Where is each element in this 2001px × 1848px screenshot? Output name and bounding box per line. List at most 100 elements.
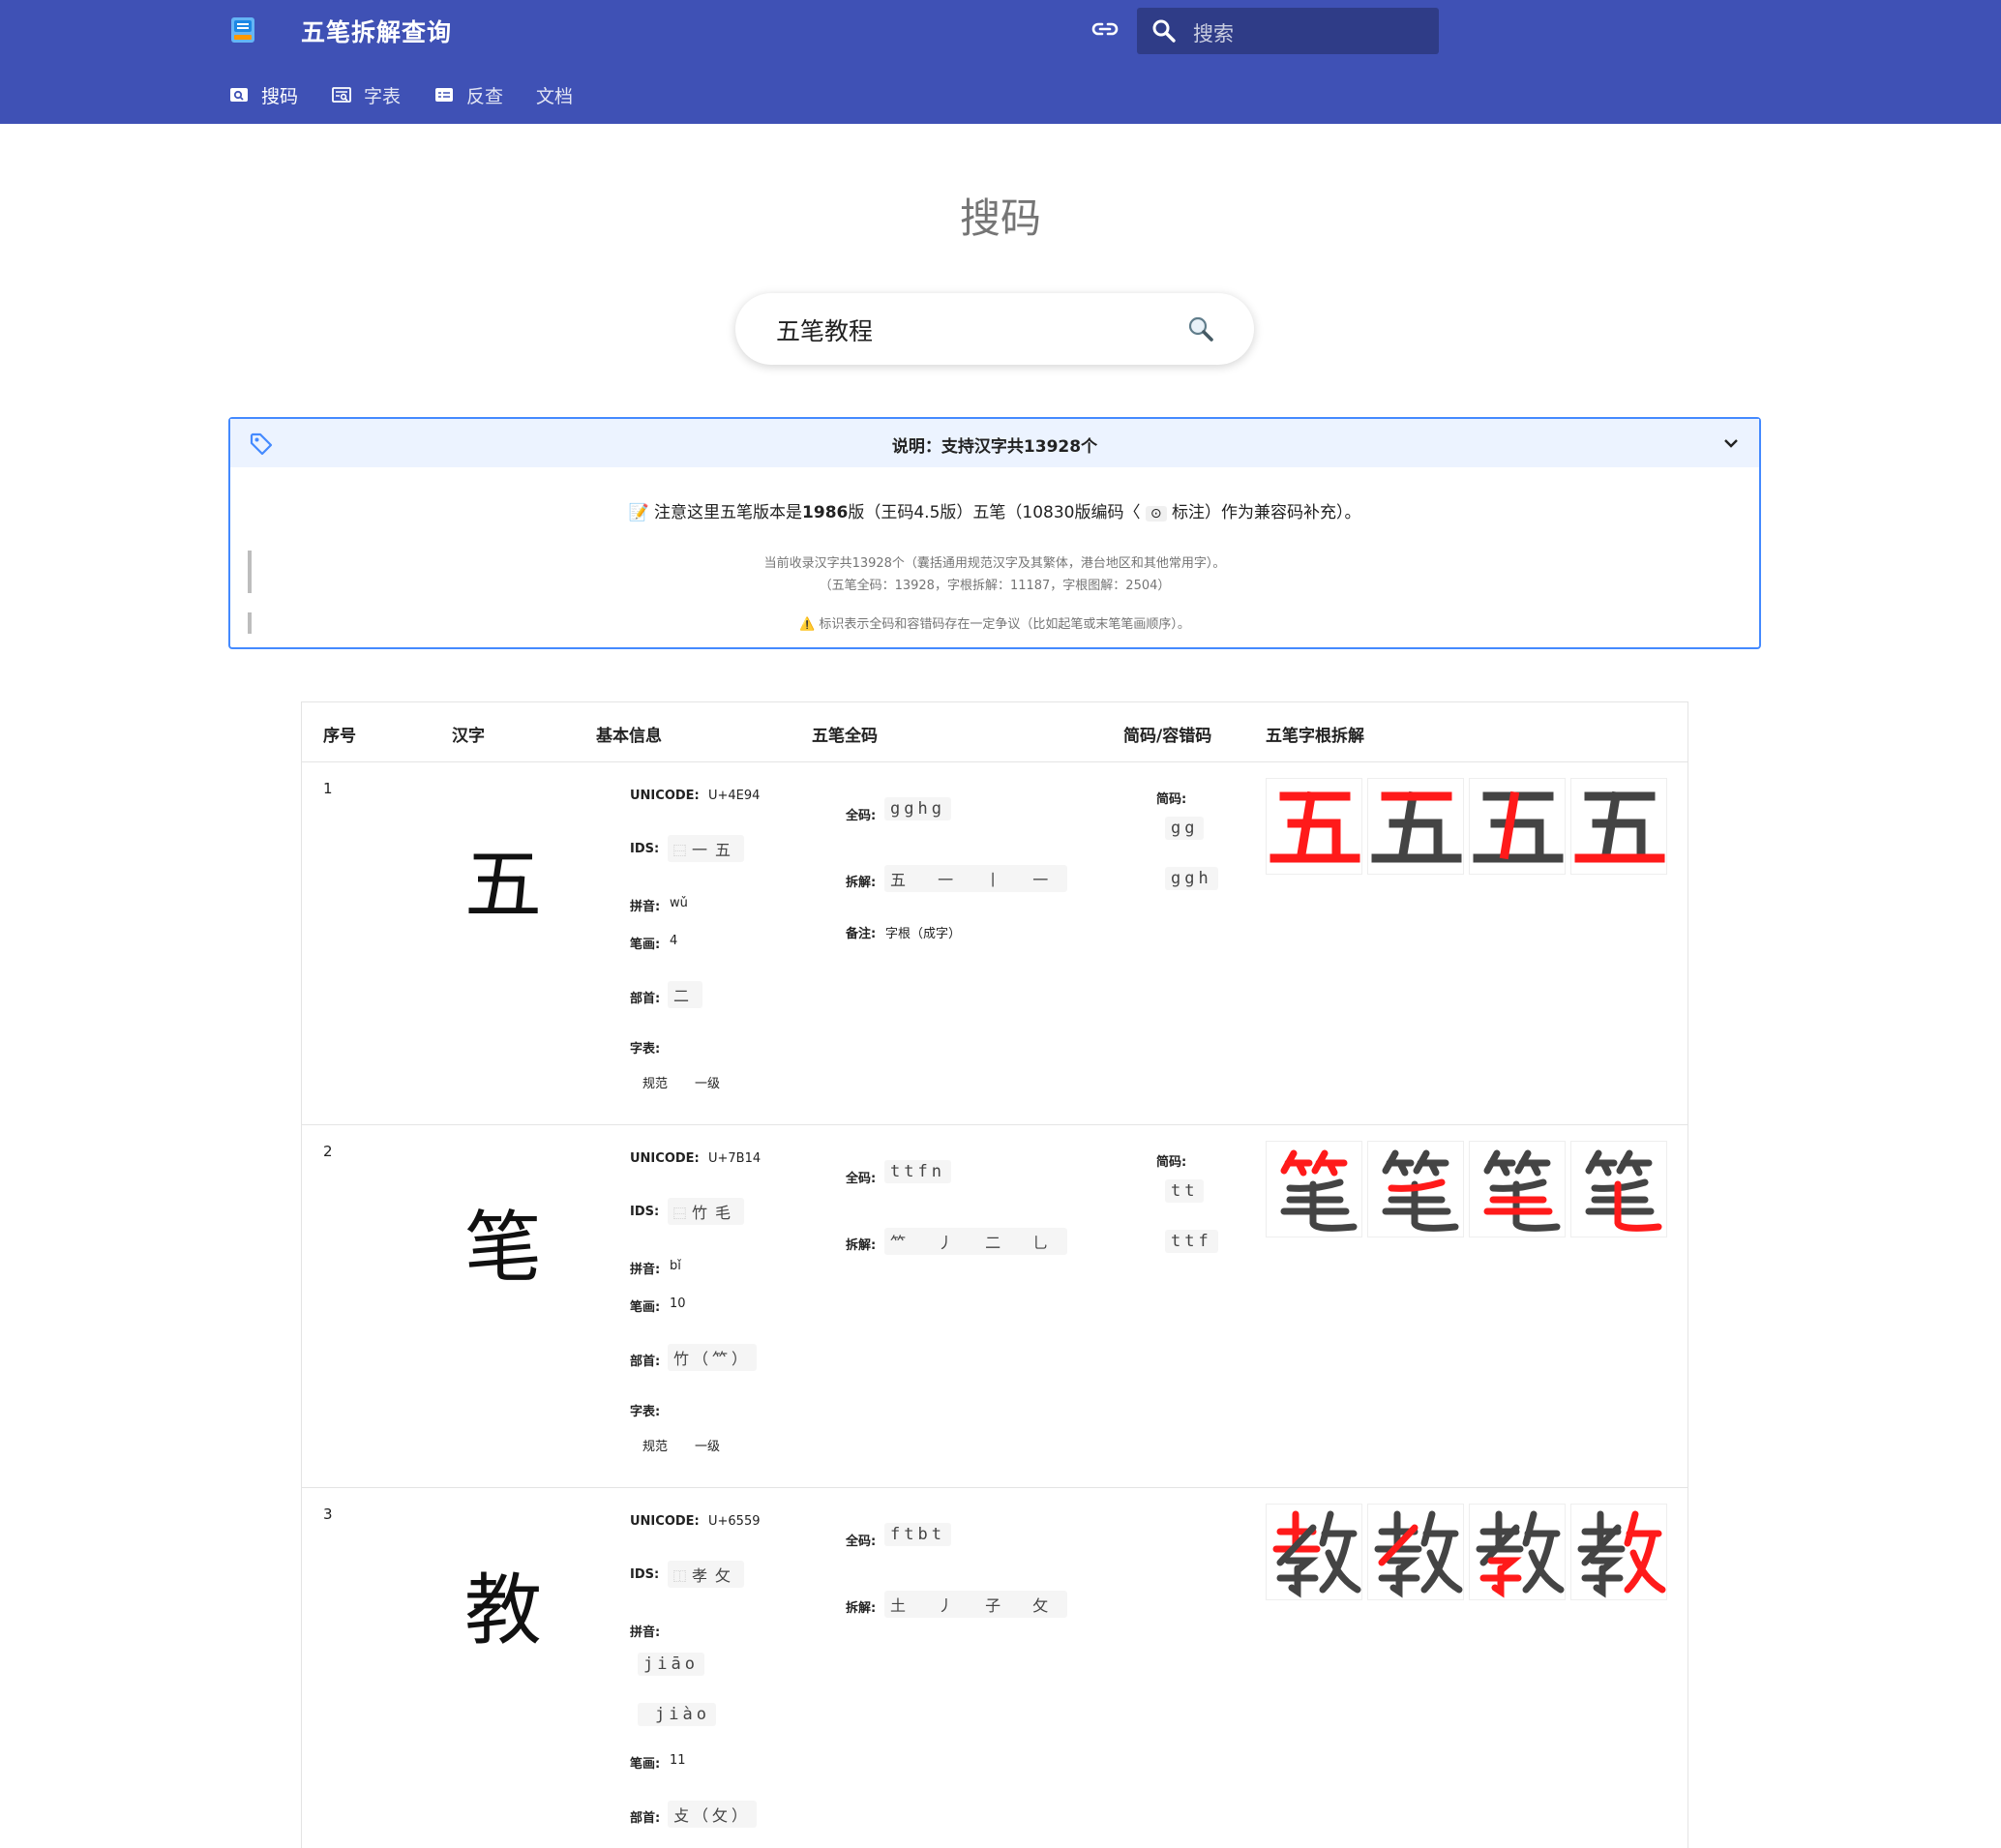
strokes-value: 11 [670,1753,686,1768]
unicode-value: U+4E94 [708,789,761,803]
site-title[interactable]: 五笔拆解查询 [301,14,452,48]
notice-line1-mid: 版（王码4.5版）五笔（10830版编码〈 [848,503,1141,522]
tab-label: 文档 [536,85,574,107]
decomp-tile [1367,1141,1464,1237]
page-title: 搜码 [959,194,1041,242]
short-code-value: gg [1165,817,1205,840]
tab-label: 搜码 [261,85,299,107]
ids-mark: ⿰ [673,1570,687,1585]
strokes-label: 笔画: [630,1757,661,1772]
col-decomposition: 五笔字根拆解 [1266,727,1364,746]
decomp-tile [1570,778,1667,875]
app-logo-icon[interactable] [228,15,257,45]
chevron-down-icon[interactable] [1720,432,1742,454]
strokes-value: 4 [670,934,678,948]
decomposition-tiles [1266,1504,1672,1600]
charset-label: 字表: [630,1042,661,1057]
header-search-input[interactable]: 搜索 [1137,8,1439,54]
col-char: 汉字 [452,727,485,746]
bi-stroke-diagram-icon [1280,1149,1358,1232]
charset-tag: 规范 [642,1077,669,1091]
split-value: ⺮ 丿 二 乚 [884,1228,1068,1255]
pinyin-value: bǐ [670,1259,681,1273]
ids-label: IDS: [630,1567,660,1582]
pinyin-value: jiào [638,1703,716,1726]
notice-line4: ⚠️ 标识表示全码和容错码存在一定争议（比如起笔或末笔笔画顺序）。 [799,617,1190,632]
pinyin-label: 拼音: [630,1263,661,1277]
note-value: 字根（成字） [885,927,962,941]
jiao-stroke-diagram-icon [1272,1510,1361,1598]
magnifier-icon[interactable] [1186,314,1215,343]
split-label: 拆解: [846,1601,877,1616]
tab-reverse-lookup[interactable]: 反查 [433,81,503,108]
row-index: 2 [323,1143,333,1160]
top-header: 五笔拆解查询 搜索 搜码 字表 反查 文档 [0,0,2001,124]
card-list-icon [435,88,454,102]
ids-mark: ⿱ [673,1207,687,1222]
decomposition-tiles [1266,1141,1672,1237]
decomp-tile [1469,778,1566,875]
code-search-input[interactable]: 五笔教程 [735,293,1254,365]
hanzi-char: 五 [464,840,542,930]
radical-value: 竹（⺮） [668,1344,758,1371]
wu-stroke-diagram-icon [1371,790,1462,863]
radical-label: 部首: [630,1811,661,1826]
decomp-tile [1367,1504,1464,1600]
tab-char-table[interactable]: 字表 [331,81,401,108]
note-label: 备注: [846,927,877,941]
short-code-label: 简码: [1156,792,1187,807]
notice-panel: 说明：支持汉字共13928个 📝 注意这里五笔版本是1986版（王码4.5版）五… [228,417,1761,649]
decomp-tile [1266,1141,1362,1237]
ids-mark: ⿱ [673,845,687,859]
ids-components: 竹毛 [692,1204,739,1222]
ids-components: 一五 [692,841,739,859]
charset-tag: 规范 [642,1440,669,1454]
short-code-value: ttf [1165,1230,1218,1253]
charset-tag: 一级 [695,1077,721,1091]
unicode-value: U+7B14 [708,1151,762,1166]
ids-chip: ⿱竹毛 [668,1198,745,1225]
full-code-value: gghg [884,797,951,820]
search-placeholder: 搜索 [1193,22,1234,45]
link-icon[interactable] [1090,14,1120,45]
ids-components: 孝攵 [692,1566,739,1585]
bi-stroke-diagram-icon [1382,1149,1459,1232]
table-search-icon [332,87,351,103]
nav-tabs: 搜码 字表 反查 文档 [228,81,606,108]
split-label: 拆解: [846,1238,877,1253]
decomp-tile [1570,1141,1667,1237]
short-code-value: ggh [1165,867,1218,890]
notice-header[interactable]: 说明：支持汉字共13928个 [230,419,1759,467]
full-code-label: 全码: [846,1535,877,1549]
charset-tag: 一级 [695,1440,721,1454]
notice-line1-bold: 1986 [802,503,849,522]
notice-version-line: 📝 注意这里五笔版本是1986版（王码4.5版）五笔（10830版编码〈 ⊙ 标… [230,498,1759,522]
jiao-stroke-diagram-icon [1374,1510,1463,1598]
tab-search-code[interactable]: 搜码 [228,81,298,108]
table-row: 1 五 UNICODE: U+4E94 IDS: ⿱一五 拼音: wǔ 笔画: … [302,762,1687,1125]
pinyin-value: wǔ [670,896,688,910]
decomp-tile [1469,1504,1566,1600]
bi-stroke-diagram-icon [1585,1149,1662,1232]
tab-docs[interactable]: 文档 [536,81,573,108]
notice-line3: （五笔全码：13928，字根拆解：11187，字根图解：2504） [819,579,1171,593]
ids-label: IDS: [630,1205,660,1219]
pinyin-label: 拼音: [630,900,661,914]
short-code-label: 简码: [1156,1155,1187,1170]
col-full-code: 五笔全码 [812,727,878,746]
table-row: 2 笔 UNICODE: U+7B14 IDS: ⿱竹毛 拼音: bǐ 笔画: … [302,1125,1687,1488]
split-value: 土 丿 子 攵 [884,1591,1068,1618]
decomp-tile [1367,778,1464,875]
notice-line1-post: 标注）作为兼容码补充）。 [1172,503,1361,522]
split-label: 拆解: [846,876,877,890]
col-index: 序号 [323,727,356,746]
ids-chip: ⿰孝攵 [668,1561,745,1588]
radical-value: 二 [668,981,703,1008]
short-code-value: tt [1165,1179,1205,1203]
results-table: 序号 汉字 基本信息 五笔全码 简码/容错码 五笔字根拆解 1 五 UNICOD… [301,701,1688,1848]
hanzi-char: 教 [464,1565,542,1655]
tab-label: 字表 [364,85,402,107]
strokes-label: 笔画: [630,1300,661,1315]
charset-label: 字表: [630,1405,661,1419]
wu-stroke-diagram-icon [1269,790,1360,863]
